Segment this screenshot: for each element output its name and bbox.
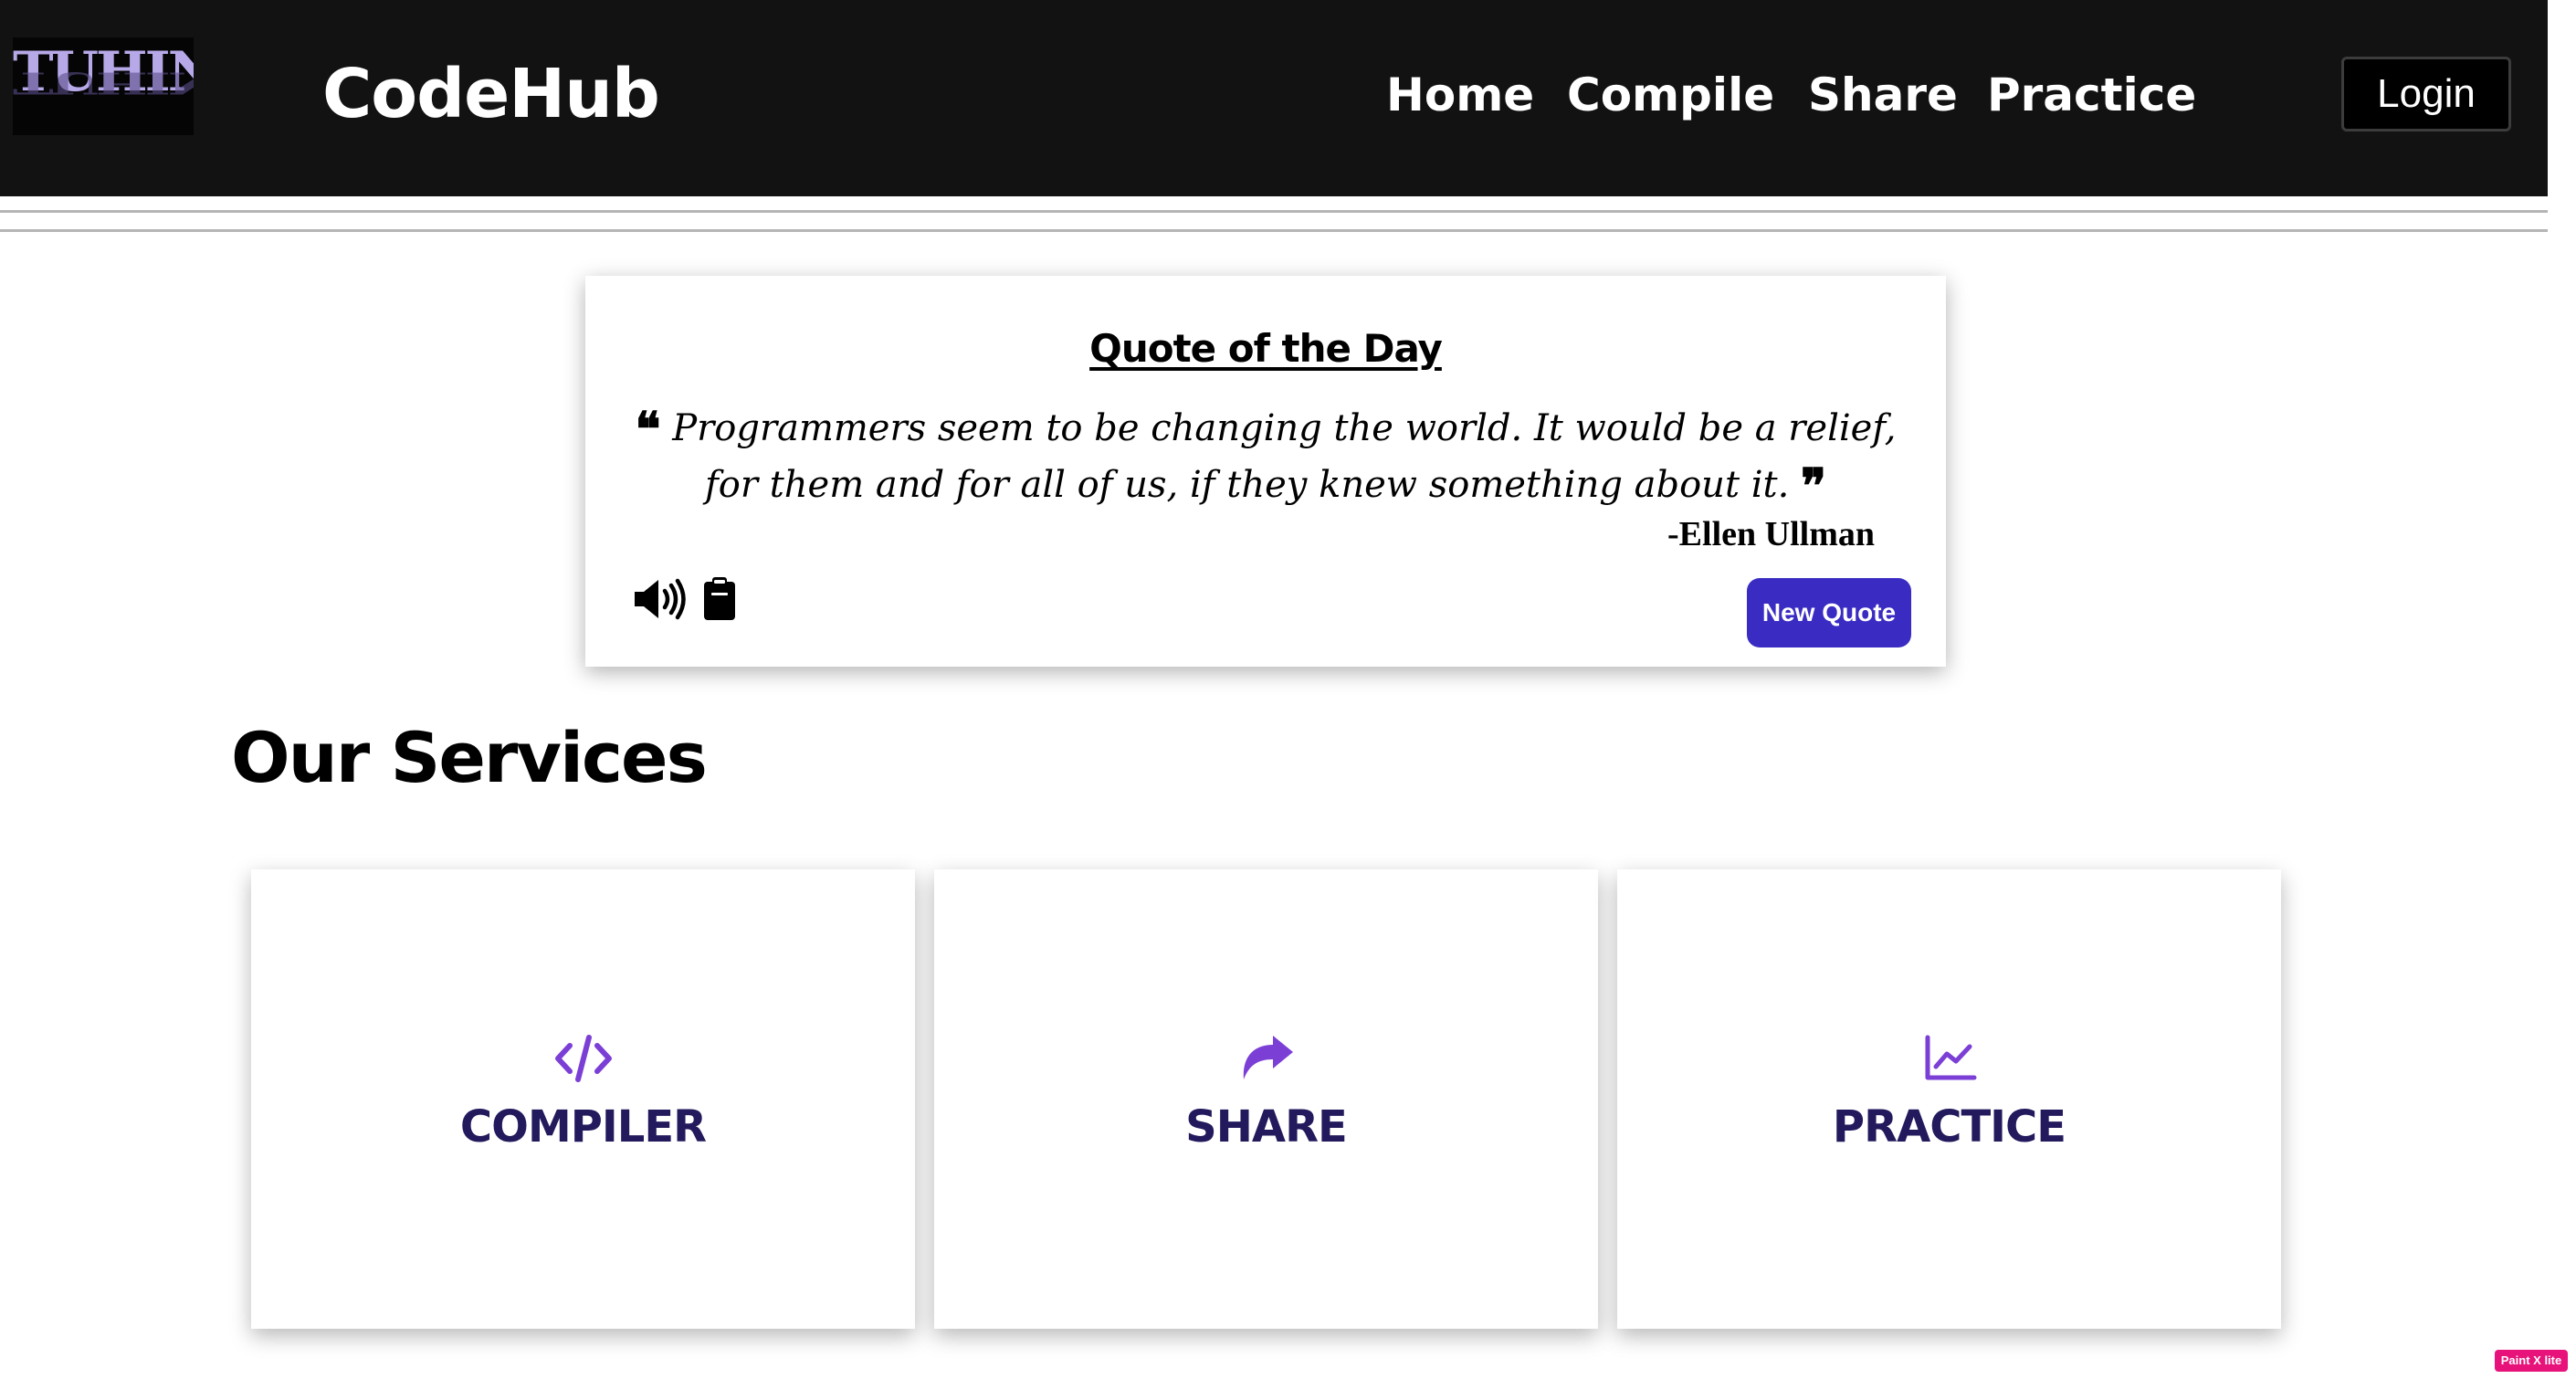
divider-line [0, 229, 2548, 232]
nav-compile[interactable]: Compile [1567, 66, 1774, 124]
share-arrow-icon [1236, 1034, 1297, 1083]
speaker-icon[interactable] [633, 577, 688, 621]
nav-home[interactable]: Home [1386, 66, 1534, 124]
new-quote-button[interactable]: New Quote [1747, 578, 1911, 647]
service-label: COMPILER [459, 1101, 707, 1153]
quote-body: ❝ Programmers seem to be changing the wo… [631, 400, 1900, 513]
logo-reflection: TUHIN [13, 65, 194, 100]
navbar: TUHIN TUHIN CodeHub Home Compile Share P… [0, 0, 2548, 196]
open-quote-icon: ❝ [635, 402, 661, 458]
quote-title: Quote of the Day [1089, 326, 1443, 371]
brand-title[interactable]: CodeHub [322, 53, 660, 135]
watermark-badge: Paint X lite [2495, 1350, 2568, 1372]
services-heading: Our Services [231, 717, 708, 798]
code-icon [553, 1034, 614, 1083]
service-card-compiler[interactable]: COMPILER [251, 869, 915, 1329]
nav-share[interactable]: Share [1808, 66, 1958, 124]
quote-author: -Ellen Ullman [1667, 515, 1875, 553]
quote-text: Programmers seem to be changing the worl… [672, 407, 1897, 506]
service-label: SHARE [1185, 1101, 1348, 1153]
service-label: PRACTICE [1832, 1101, 2066, 1153]
logo[interactable]: TUHIN TUHIN [13, 37, 194, 135]
line-chart-icon [1919, 1034, 1980, 1083]
close-quote-icon: ❞ [1801, 458, 1827, 514]
divider-line [0, 210, 2548, 213]
service-card-practice[interactable]: PRACTICE [1617, 869, 2281, 1329]
quote-card: Quote of the Day ❝ Programmers seem to b… [585, 276, 1946, 667]
clipboard-icon[interactable] [703, 576, 736, 620]
service-card-share[interactable]: SHARE [934, 869, 1598, 1329]
login-button[interactable]: Login [2341, 57, 2511, 132]
nav-practice[interactable]: Practice [1987, 66, 2196, 124]
